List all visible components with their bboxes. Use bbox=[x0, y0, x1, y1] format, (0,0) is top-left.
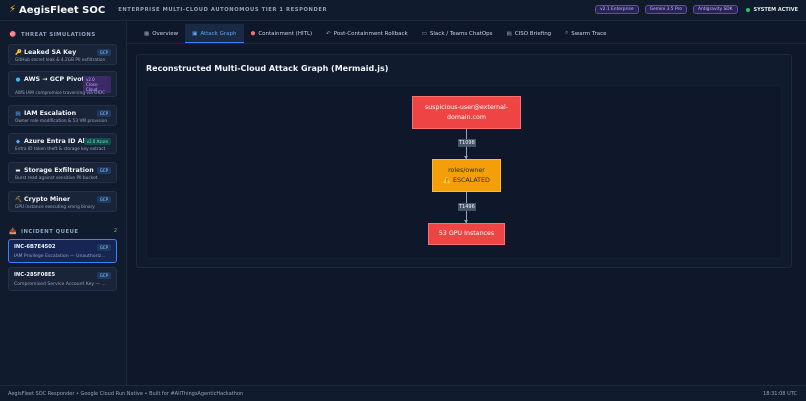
edge-label: T1098 bbox=[458, 139, 476, 147]
incident-item[interactable]: INC-6B7E4502 GCP IAM Privilege Escalatio… bbox=[8, 239, 117, 263]
sim-crypto-miner[interactable]: ⛏ Crypto Miner GCP GPU instance executing… bbox=[8, 191, 117, 212]
sdk-badge: Antigravity SDK bbox=[692, 5, 738, 14]
tab-rollback[interactable]: ↶ Post-Containment Rollback bbox=[319, 24, 415, 43]
tab-swarm-trace[interactable]: ⌕ Swarm Trace bbox=[558, 24, 613, 43]
tab-containment-hitl[interactable]: ⬢ Containment (HITL) bbox=[244, 24, 320, 43]
status-dot-icon bbox=[745, 7, 750, 12]
tab-overview[interactable]: ▦ Overview bbox=[137, 24, 185, 43]
cloud-tag: GCP bbox=[96, 272, 111, 279]
search-icon: ⌕ bbox=[565, 30, 569, 36]
cloud-icon: ◆ bbox=[15, 138, 21, 145]
brand-logo: ⚡ AegisFleet SOC bbox=[9, 5, 105, 16]
tab-divider bbox=[127, 43, 806, 44]
tab-label: Containment (HITL) bbox=[258, 30, 313, 37]
coin-icon: ⛏ bbox=[15, 196, 22, 203]
sim-title: IAM Escalation bbox=[24, 110, 77, 117]
footer: AegisFleet SOC Responder • Google Cloud … bbox=[0, 385, 806, 401]
sim-desc: GPU instance executing xmrig binary bbox=[15, 205, 95, 210]
globe-icon: ● bbox=[15, 76, 21, 83]
main-tabs: ▦ Overview ▣ Attack Graph ⬢ Containment (HI… bbox=[137, 24, 614, 43]
edge-label: T1496 bbox=[458, 203, 476, 211]
chart-icon: ▦ bbox=[144, 30, 150, 37]
sim-desc: Owner role modification & 53 VM provisio… bbox=[15, 119, 108, 124]
cloud-tag: GCP bbox=[96, 244, 111, 251]
node-label: roles/owner bbox=[448, 166, 485, 174]
sim-title: Crypto Miner bbox=[24, 196, 71, 203]
footer-clock: 18:31:08 UTC bbox=[763, 390, 797, 397]
cloud-tag: v2.0 Azure bbox=[83, 138, 111, 145]
graph-icon: ▣ bbox=[192, 30, 198, 37]
node-label: suspicious-user@external- bbox=[424, 103, 509, 111]
graph-node-identity[interactable]: suspicious-user@external- domain.com bbox=[412, 96, 521, 129]
graph-node-gpu-instances[interactable]: 53 GPU Instances bbox=[428, 223, 505, 245]
cloud-tag: GCP bbox=[96, 167, 111, 174]
document-icon: ▤ bbox=[506, 30, 512, 37]
threat-simulations-label: THREAT SIMULATIONS bbox=[20, 31, 96, 38]
tab-label: Slack / Teams ChatOps bbox=[429, 30, 493, 37]
lock-icon: ▤ bbox=[15, 110, 21, 117]
undo-icon: ↶ bbox=[326, 30, 331, 37]
target-icon: 🎯 bbox=[9, 31, 17, 38]
top-bar: ⚡ AegisFleet SOC ENTERPRISE MULTI-CLOUD … bbox=[0, 0, 806, 21]
tab-chatops[interactable]: ▭ Slack / Teams ChatOps bbox=[415, 24, 500, 43]
incident-item[interactable]: INC-285F08E5 GCP Compromised Service Acc… bbox=[8, 267, 117, 291]
incident-desc: IAM Privilege Escalation — Unauthoriz... bbox=[14, 254, 106, 259]
sim-title: Leaked SA Key bbox=[24, 49, 77, 56]
sim-desc: AWS IAM compromise traversing via OIDC bbox=[15, 91, 106, 96]
brand-name: AegisFleet SOC bbox=[19, 4, 106, 16]
model-badge: Gemini 3.5 Pro bbox=[644, 5, 687, 14]
tab-label: Attack Graph bbox=[200, 30, 237, 37]
sim-aws-gcp-pivot[interactable]: ● AWS → GCP Pivot v2.0 Cross-Cloud AWS IA… bbox=[8, 71, 117, 97]
sim-desc: Entra ID token theft & storage key extra… bbox=[15, 147, 106, 152]
graph-node-role[interactable]: roles/owner ⚠️ ESCALATED bbox=[432, 159, 501, 192]
queue-count: 2 bbox=[113, 228, 117, 234]
sim-leaked-sa-key[interactable]: 🔑 Leaked SA Key GCP GitHub secret leak & … bbox=[8, 44, 117, 65]
storage-icon: ▬ bbox=[15, 167, 21, 174]
sim-azure-entra-abuse[interactable]: ◆ Azure Entra ID Abuse v2.0 Azure Entra I… bbox=[8, 133, 117, 154]
incident-id: INC-6B7E4502 bbox=[14, 244, 56, 250]
sim-storage-exfiltration[interactable]: ▬ Storage Exfiltration GCP Burst read aga… bbox=[8, 162, 117, 183]
system-status: SYSTEM ACTIVE bbox=[745, 6, 798, 13]
threat-simulations-heading: 🎯 THREAT SIMULATIONS bbox=[9, 31, 96, 38]
tab-attack-graph[interactable]: ▣ Attack Graph bbox=[185, 24, 244, 43]
sim-desc: Burst read against sensitive PII bucket bbox=[15, 176, 98, 181]
incident-id: INC-285F08E5 bbox=[14, 272, 56, 278]
cloud-tag: GCP bbox=[96, 49, 111, 56]
inbox-icon: 📥 bbox=[9, 228, 17, 235]
lightning-icon: ⚡ bbox=[9, 4, 17, 15]
chat-icon: ▭ bbox=[421, 30, 427, 37]
tab-label: CISO Briefing bbox=[514, 30, 552, 37]
tab-ciso-briefing[interactable]: ▤ CISO Briefing bbox=[500, 24, 559, 43]
sidebar: 🎯 THREAT SIMULATIONS 🔑 Leaked SA Key GCP … bbox=[0, 21, 127, 385]
node-label: ⚠️ ESCALATED bbox=[443, 176, 490, 184]
node-label: domain.com bbox=[446, 113, 487, 121]
tab-label: Overview bbox=[152, 30, 179, 37]
footer-credits: AegisFleet SOC Responder • Google Cloud … bbox=[8, 390, 244, 397]
shield-icon: ⬢ bbox=[250, 30, 256, 37]
attack-graph-canvas: suspicious-user@external- domain.com T10… bbox=[146, 85, 782, 259]
tab-label: Post-Containment Rollback bbox=[333, 30, 408, 37]
incident-desc: Compromised Service Account Key — ... bbox=[14, 282, 107, 287]
sim-desc: GitHub secret leak & 4.2GB PII exfiltrat… bbox=[15, 58, 106, 63]
sim-title: Storage Exfiltration bbox=[24, 167, 94, 174]
incident-queue-heading: 📥 INCIDENT QUEUE bbox=[9, 228, 79, 235]
attack-graph-panel: Reconstructed Multi-Cloud Attack Graph (… bbox=[136, 54, 792, 268]
system-status-label: SYSTEM ACTIVE bbox=[753, 6, 798, 13]
sim-iam-escalation[interactable]: ▤ IAM Escalation GCP Owner role modificat… bbox=[8, 105, 117, 126]
tab-label: Swarm Trace bbox=[571, 30, 607, 37]
incident-queue-label: INCIDENT QUEUE bbox=[20, 228, 79, 235]
panel-title: Reconstructed Multi-Cloud Attack Graph (… bbox=[146, 64, 389, 73]
version-badge: v2.1 Enterprise bbox=[595, 5, 639, 14]
cloud-tag: GCP bbox=[96, 110, 111, 117]
key-icon: 🔑 bbox=[15, 49, 22, 56]
cloud-tag: GCP bbox=[96, 196, 111, 203]
tagline: ENTERPRISE MULTI-CLOUD AUTONOMOUS TIER 1… bbox=[118, 7, 328, 13]
sim-title: AWS → GCP Pivot bbox=[24, 76, 85, 83]
node-label: 53 GPU Instances bbox=[438, 230, 495, 237]
